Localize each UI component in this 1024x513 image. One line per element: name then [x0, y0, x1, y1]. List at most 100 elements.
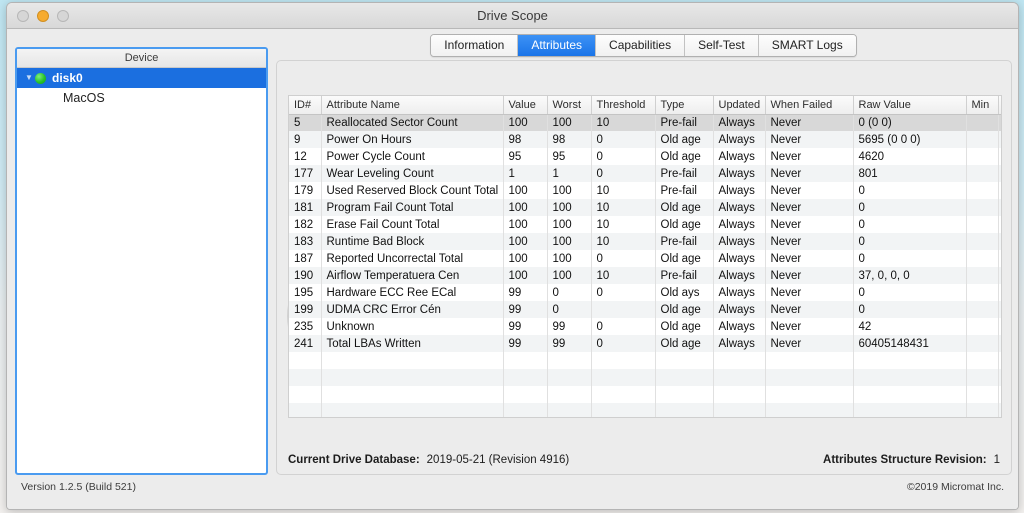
- cell-empty: [765, 403, 854, 417]
- col-value[interactable]: Value: [503, 96, 548, 115]
- traffic-light-group: [17, 10, 69, 22]
- tab-bar: Information Attributes Capabilities Self…: [276, 34, 1011, 57]
- table-row[interactable]: 241 Total LBAs Written 99 99 0 Old age Always N…: [289, 335, 1001, 352]
- table-row[interactable]: 5 Reallocated Sector Count 100 100 10 Pre-fai…: [289, 114, 1001, 131]
- sidebar-item-label: disk0: [52, 71, 83, 85]
- col-id[interactable]: ID#: [289, 96, 322, 115]
- cell-raw: 60405148431: [853, 335, 967, 352]
- col-max[interactable]: Max: [998, 96, 1001, 115]
- cell-empty: [853, 352, 967, 369]
- cell-worst: 95: [547, 148, 592, 165]
- tab-capabilities[interactable]: Capabilities: [596, 35, 686, 56]
- col-updated[interactable]: Updated: [713, 96, 766, 115]
- tab-attributes[interactable]: Attributes: [518, 35, 597, 56]
- cell-raw: 4620: [853, 148, 967, 165]
- cell-threshold: 10: [591, 182, 656, 199]
- table-row[interactable]: 9 Power On Hours 98 98 0 Old age Always Never 56…: [289, 131, 1001, 148]
- cell-value: 100: [503, 182, 548, 199]
- cell-name: Wear Leveling Count: [321, 165, 504, 182]
- cell-when-failed: Never: [765, 216, 854, 233]
- cell-value: 100: [503, 199, 548, 216]
- cell-when-failed: Never: [765, 335, 854, 352]
- col-min[interactable]: Min: [966, 96, 999, 115]
- table-row[interactable]: 179 Used Reserved Block Count Total 100 100…: [289, 182, 1001, 199]
- table-row[interactable]: 190 Airflow Temperatuera Cen 100 100 10 Pre-f…: [289, 267, 1001, 284]
- panel-footer: Current Drive Database: 2019-05-21 (Revi…: [288, 454, 1000, 466]
- cell-updated: Always: [713, 148, 766, 165]
- cell-min: [966, 301, 999, 318]
- cell-value: 99: [503, 335, 548, 352]
- cell-value: 100: [503, 216, 548, 233]
- table-row[interactable]: 235 Unknown 99 99 0 Old age Always Never 42: [289, 318, 1001, 335]
- cell-raw: 801: [853, 165, 967, 182]
- cell-value: 95: [503, 148, 548, 165]
- table-row-empty[interactable]: [289, 352, 1001, 369]
- cell-worst: 0: [547, 301, 592, 318]
- attributes-table: ID# Attribute Name Value Worst Threshold…: [289, 96, 1001, 417]
- table-row[interactable]: 181 Program Fail Count Total 100 100 10 Old a…: [289, 199, 1001, 216]
- table-row[interactable]: 182 Erase Fail Count Total 100 100 10 Old age…: [289, 216, 1001, 233]
- table-row-empty[interactable]: [289, 369, 1001, 386]
- sidebar-item-macos[interactable]: MacOS: [17, 88, 266, 108]
- close-button[interactable]: [17, 10, 29, 22]
- cell-max: [998, 301, 1001, 318]
- cell-worst: 100: [547, 267, 592, 284]
- cell-raw: 0: [853, 199, 967, 216]
- copyright-label: ©2019 Micromat Inc.: [906, 481, 1004, 493]
- cell-name: Program Fail Count Total: [321, 199, 504, 216]
- cell-min: [966, 131, 999, 148]
- col-when-failed[interactable]: When Failed: [765, 96, 854, 115]
- window-titlebar[interactable]: Drive Scope: [7, 3, 1018, 29]
- cell-empty: [765, 352, 854, 369]
- table-row[interactable]: 187 Reported Uncorrectal Total 100 100 0 Old …: [289, 250, 1001, 267]
- tab-smart-logs[interactable]: SMART Logs: [758, 35, 856, 56]
- device-list[interactable]: Device ▼ disk0 MacOS: [15, 47, 268, 475]
- cell-min: [966, 267, 999, 284]
- cell-min: [966, 165, 999, 182]
- zoom-button[interactable]: [57, 10, 69, 22]
- table-body: 5 Reallocated Sector Count 100 100 10 Pre-fai…: [289, 114, 1001, 417]
- cell-type: Old age: [655, 148, 714, 165]
- table-row[interactable]: 183 Runtime Bad Block 100 100 10 Pre-fail Alwa…: [289, 233, 1001, 250]
- cell-id: 235: [289, 318, 322, 335]
- col-attr-name[interactable]: Attribute Name: [321, 96, 504, 115]
- table-header-row: ID# Attribute Name Value Worst Threshold…: [289, 96, 1001, 115]
- status-dot-green-icon: [35, 72, 46, 84]
- cell-name: UDMA CRC Error Cén: [321, 301, 504, 318]
- table-row[interactable]: 199 UDMA CRC Error Cén 99 0 Old age Always Nev…: [289, 301, 1001, 318]
- table-row[interactable]: 195 Hardware ECC Ree ECal 99 0 0 Old ays Alway…: [289, 284, 1001, 301]
- cell-id: 199: [289, 301, 322, 318]
- sidebar-item-disk0[interactable]: ▼ disk0: [17, 68, 266, 88]
- cell-threshold: 0: [591, 131, 656, 148]
- tab-self-test[interactable]: Self-Test: [685, 35, 759, 56]
- window-body: Device ▼ disk0 MacOS Version 1.2.5 (Buil…: [7, 29, 1018, 509]
- cell-when-failed: Never: [765, 284, 854, 301]
- table-row-empty[interactable]: [289, 403, 1001, 417]
- cell-type: Pre-fail: [655, 267, 714, 284]
- col-threshold[interactable]: Threshold: [591, 96, 656, 115]
- cell-worst: 100: [547, 216, 592, 233]
- table-row[interactable]: 177 Wear Leveling Count 1 1 0 Pre-fail Always N…: [289, 165, 1001, 182]
- cell-updated: Always: [713, 233, 766, 250]
- current-drive-database: Current Drive Database: 2019-05-21 (Revi…: [288, 454, 569, 466]
- col-type[interactable]: Type: [655, 96, 714, 115]
- table-row[interactable]: 12 Power Cycle Count 95 95 0 Old age Always Nev…: [289, 148, 1001, 165]
- cell-raw: 0: [853, 284, 967, 301]
- col-raw-value[interactable]: Raw Value: [853, 96, 967, 115]
- minimize-button[interactable]: [37, 10, 49, 22]
- cell-empty: [289, 403, 322, 417]
- cell-threshold: 10: [591, 216, 656, 233]
- cell-when-failed: Never: [765, 114, 854, 131]
- cell-raw: 0: [853, 233, 967, 250]
- version-label: Version 1.2.5 (Build 521): [21, 481, 136, 493]
- attributes-table-container[interactable]: ID# Attribute Name Value Worst Threshold…: [288, 95, 1002, 418]
- table-row-empty[interactable]: [289, 386, 1001, 403]
- cell-empty: [966, 403, 999, 417]
- tab-information[interactable]: Information: [431, 35, 519, 56]
- cell-empty: [321, 403, 504, 417]
- cell-threshold: 0: [591, 165, 656, 182]
- col-worst[interactable]: Worst: [547, 96, 592, 115]
- chevron-down-icon[interactable]: ▼: [23, 74, 35, 82]
- cell-name: Airflow Temperatuera Cen: [321, 267, 504, 284]
- cell-value: 100: [503, 250, 548, 267]
